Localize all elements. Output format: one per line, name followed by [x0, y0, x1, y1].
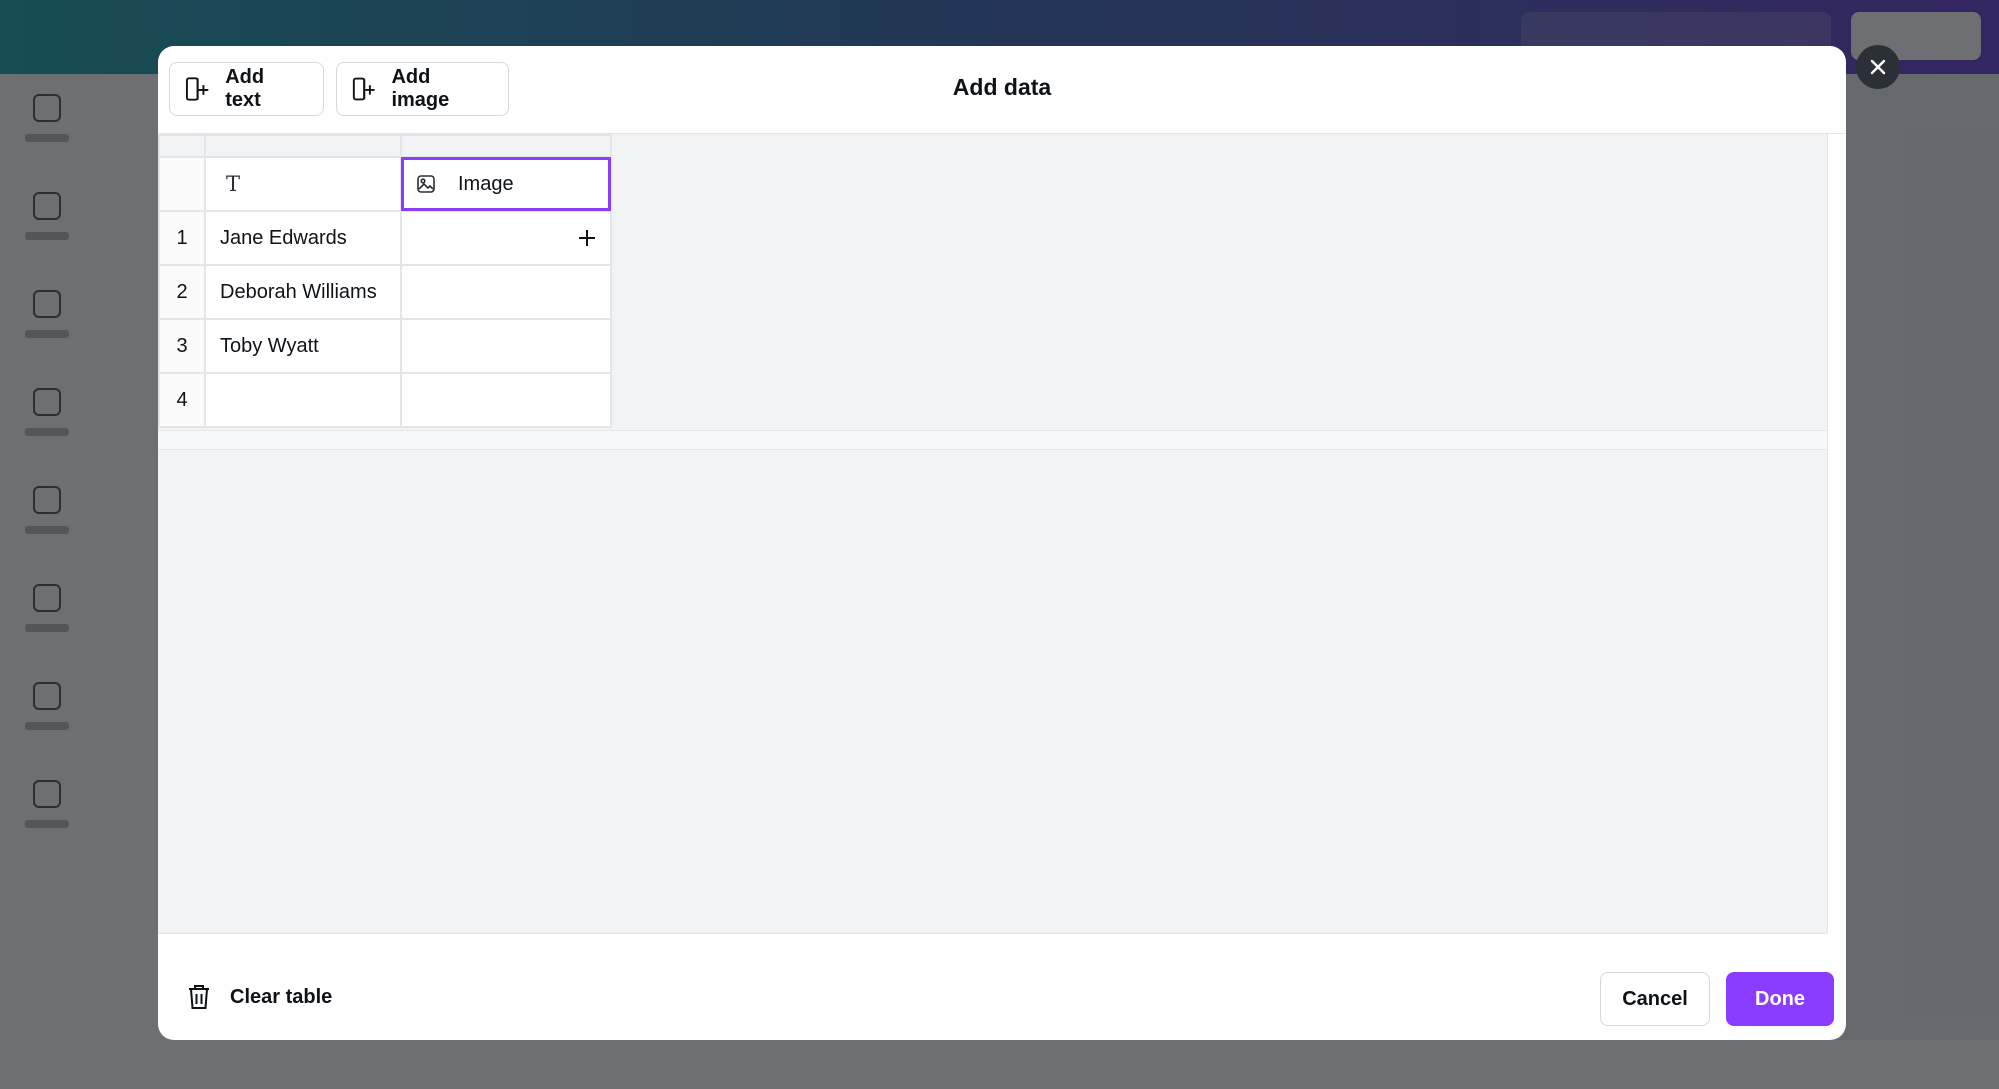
row-number: 4	[158, 372, 206, 428]
modal-title: Add data	[952, 74, 1052, 100]
text-cell[interactable]: Jane Edwards	[204, 210, 402, 266]
table-row: 3 Toby Wyatt	[158, 318, 612, 374]
column-header-text[interactable]: T	[204, 156, 402, 212]
done-button[interactable]: Done	[1726, 972, 1834, 1026]
column-header-image[interactable]: Image	[400, 156, 612, 212]
clear-table-button[interactable]: Clear table	[180, 972, 338, 1022]
image-cell[interactable]	[400, 372, 612, 428]
row-number: 1	[158, 210, 206, 266]
table-row: 2 Deborah Williams	[158, 264, 612, 320]
table-header-row: T Image	[158, 156, 612, 212]
close-icon	[1870, 59, 1886, 75]
modal-header: Add text Add image Add data	[158, 46, 1846, 134]
text-cell[interactable]: Toby Wyatt	[204, 318, 402, 374]
corner-cell	[158, 156, 206, 212]
plus-icon[interactable]	[574, 225, 600, 251]
trash-icon	[189, 985, 209, 1009]
cancel-button[interactable]: Cancel	[1600, 972, 1710, 1026]
image-cell[interactable]	[400, 318, 612, 374]
text-type-icon: T	[226, 171, 241, 196]
grid-divider	[158, 430, 1827, 450]
image-type-icon	[417, 175, 435, 193]
table-row: 1 Jane Edwards	[158, 210, 612, 266]
image-cell[interactable]	[400, 210, 612, 266]
table-row: 4	[158, 372, 612, 428]
text-cell[interactable]	[204, 372, 402, 428]
table-top-spacer-row	[158, 134, 612, 158]
image-cell[interactable]	[400, 264, 612, 320]
row-number: 3	[158, 318, 206, 374]
data-table: T Image 1 Jane Edwards 2 Deborah William…	[158, 134, 612, 428]
modal-footer: Clear table Cancel Done	[158, 952, 1846, 1040]
clear-table-label: Clear table	[230, 985, 333, 1008]
row-number: 2	[158, 264, 206, 320]
column-header-image-label: Image	[458, 172, 514, 195]
add-data-modal: Add text Add image Add data T Image 1 Ja…	[158, 46, 1846, 1040]
close-modal-button[interactable]	[1856, 45, 1900, 89]
text-cell[interactable]: Deborah Williams	[204, 264, 402, 320]
data-grid-area: T Image 1 Jane Edwards 2 Deborah William…	[158, 134, 1828, 934]
